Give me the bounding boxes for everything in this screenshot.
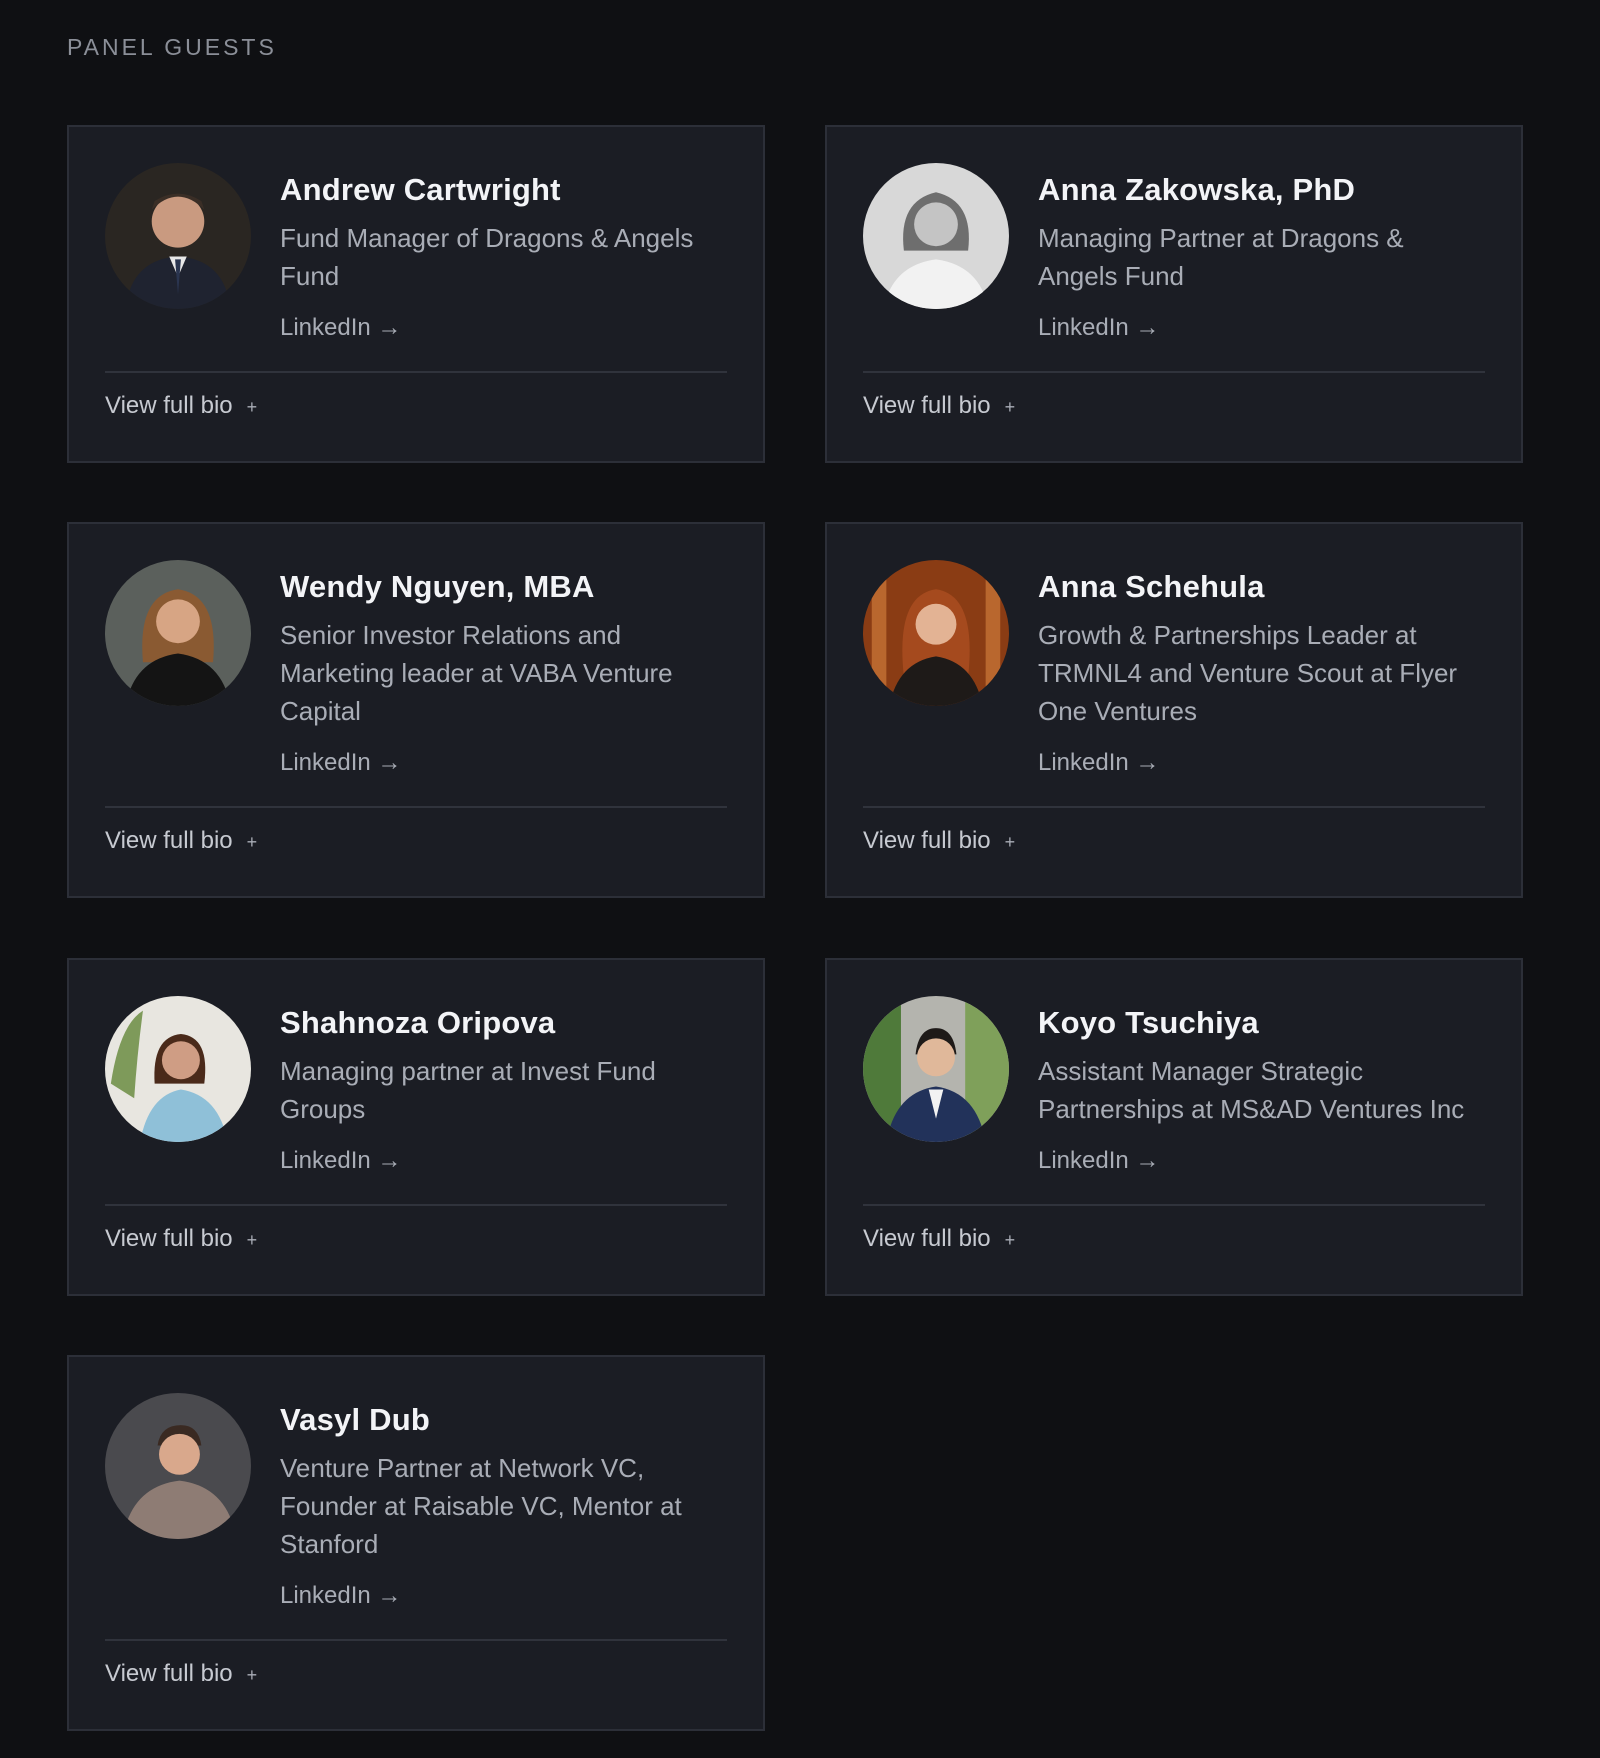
- view-bio-button[interactable]: View full bio +: [69, 1206, 763, 1274]
- view-bio-button[interactable]: View full bio +: [827, 1206, 1521, 1274]
- guest-avatar: [105, 560, 251, 706]
- view-bio-label: View full bio: [863, 1225, 991, 1252]
- plus-icon: +: [246, 1230, 258, 1250]
- plus-icon: +: [246, 397, 258, 417]
- guest-role: Venture Partner at Network VC, Founder a…: [280, 1453, 682, 1559]
- guest-card: Anna Zakowska, PhD Managing Partner at D…: [825, 125, 1523, 463]
- guest-name: Andrew Cartwright: [280, 172, 561, 207]
- view-bio-label: View full bio: [863, 827, 991, 854]
- guest-name: Anna Zakowska, PhD: [1038, 172, 1356, 207]
- guest-avatar: [105, 1393, 251, 1539]
- view-bio-label: View full bio: [105, 827, 233, 854]
- guest-role: Managing partner at Invest Fund Groups: [280, 1056, 656, 1124]
- view-bio-label: View full bio: [863, 392, 991, 419]
- plus-icon: +: [1004, 1230, 1016, 1250]
- guest-card: Wendy Nguyen, MBA Senior Investor Relati…: [67, 522, 765, 898]
- view-bio-button[interactable]: View full bio +: [69, 808, 763, 876]
- guest-card: Koyo Tsuchiya Assistant Manager Strategi…: [825, 958, 1523, 1296]
- guest-role: Senior Investor Relations and Marketing …: [280, 620, 673, 726]
- guest-role: Assistant Manager Strategic Partnerships…: [1038, 1056, 1465, 1124]
- guest-role: Growth & Partnerships Leader at TRMNL4 a…: [1038, 620, 1458, 726]
- guest-avatar: [863, 163, 1009, 309]
- guest-card: Vasyl Dub Venture Partner at Network VC,…: [67, 1355, 765, 1731]
- view-bio-button[interactable]: View full bio +: [827, 373, 1521, 441]
- linkedin-link[interactable]: LinkedIn →: [1038, 748, 1159, 778]
- guest-avatar: [863, 560, 1009, 706]
- guest-role: Managing Partner at Dragons & Angels Fun…: [1038, 223, 1404, 291]
- guest-avatar: [105, 163, 251, 309]
- plus-icon: +: [246, 832, 258, 852]
- guest-name: Shahnoza Oripova: [280, 1005, 556, 1040]
- guest-name: Wendy Nguyen, MBA: [280, 569, 595, 604]
- section-title: PANEL GUESTS: [67, 34, 277, 60]
- linkedin-link[interactable]: LinkedIn →: [1038, 1146, 1159, 1176]
- view-bio-button[interactable]: View full bio +: [69, 373, 763, 441]
- view-bio-button[interactable]: View full bio +: [827, 808, 1521, 876]
- linkedin-link[interactable]: LinkedIn →: [1038, 313, 1159, 343]
- view-bio-button[interactable]: View full bio +: [69, 1641, 763, 1709]
- linkedin-link[interactable]: LinkedIn →: [280, 1581, 401, 1611]
- view-bio-label: View full bio: [105, 1225, 233, 1252]
- guest-card: Shahnoza Oripova Managing partner at Inv…: [67, 958, 765, 1296]
- guest-role: Fund Manager of Dragons & Angels Fund: [280, 223, 694, 291]
- plus-icon: +: [1004, 397, 1016, 417]
- guest-name: Anna Schehula: [1038, 569, 1265, 604]
- guest-avatar: [105, 996, 251, 1142]
- plus-icon: +: [246, 1665, 258, 1685]
- linkedin-link[interactable]: LinkedIn →: [280, 313, 401, 343]
- view-bio-label: View full bio: [105, 1660, 233, 1687]
- guest-name: Koyo Tsuchiya: [1038, 1005, 1259, 1040]
- linkedin-link[interactable]: LinkedIn →: [280, 748, 401, 778]
- linkedin-link[interactable]: LinkedIn →: [280, 1146, 401, 1176]
- plus-icon: +: [1004, 832, 1016, 852]
- guest-avatar: [863, 996, 1009, 1142]
- view-bio-label: View full bio: [105, 392, 233, 419]
- guest-card: Anna Schehula Growth & Partnerships Lead…: [825, 522, 1523, 898]
- guest-card: Andrew Cartwright Fund Manager of Dragon…: [67, 125, 765, 463]
- guest-name: Vasyl Dub: [280, 1402, 430, 1437]
